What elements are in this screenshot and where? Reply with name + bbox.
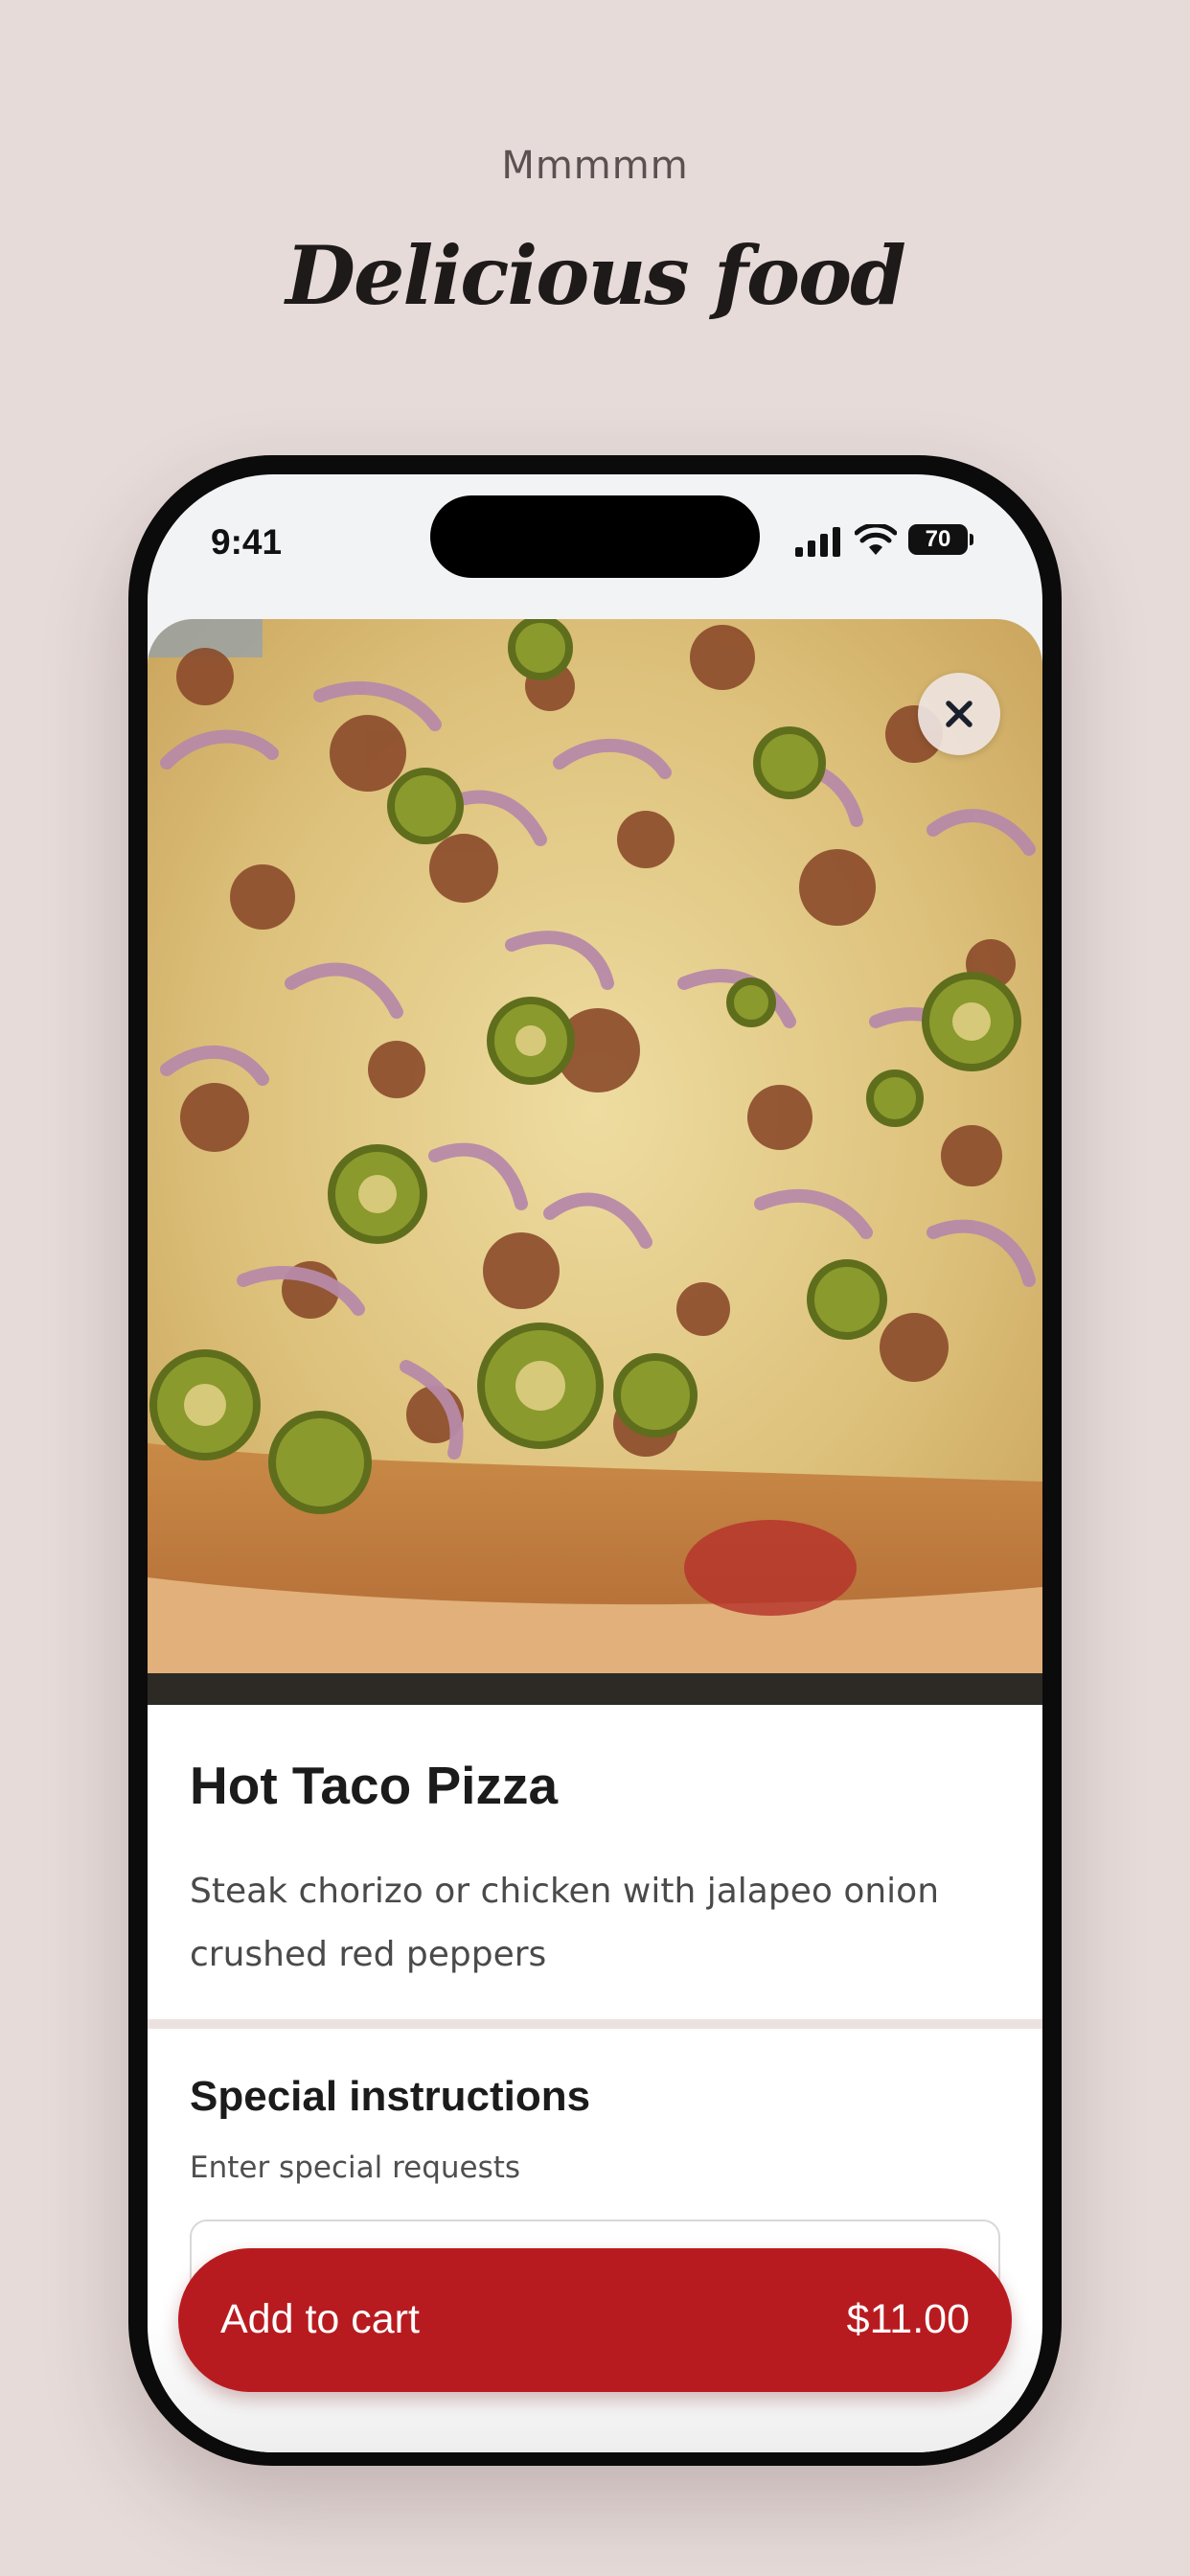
promo-eyebrow: Mmmmm <box>501 144 689 188</box>
pizza-illustration <box>148 619 1042 1706</box>
close-button[interactable] <box>918 673 1000 755</box>
wifi-icon <box>855 524 897 555</box>
battery-tip <box>970 534 973 545</box>
item-photo-pizza <box>148 619 1042 1706</box>
special-instructions-title: Special instructions <box>190 2073 591 2120</box>
battery-icon: 70 <box>908 524 968 555</box>
cellular-signal-icon <box>795 527 840 557</box>
special-instructions-subtitle: Enter special requests <box>190 2150 521 2185</box>
status-time: 9:41 <box>211 522 283 562</box>
cart-price: $11.00 <box>846 2296 970 2342</box>
item-title: Hot Taco Pizza <box>190 1756 559 1815</box>
promo-headline: Delicious food <box>286 228 906 323</box>
add-to-cart-button[interactable]: Add to cart $11.00 <box>178 2248 1012 2392</box>
dynamic-island <box>430 495 760 578</box>
add-to-cart-label: Add to cart <box>220 2296 420 2342</box>
item-description: Steak chorizo or chicken with jalapeo on… <box>190 1872 940 1974</box>
status-bar: 9:41 70 <box>148 474 1042 618</box>
close-icon <box>946 701 973 727</box>
section-divider <box>148 2019 1042 2029</box>
